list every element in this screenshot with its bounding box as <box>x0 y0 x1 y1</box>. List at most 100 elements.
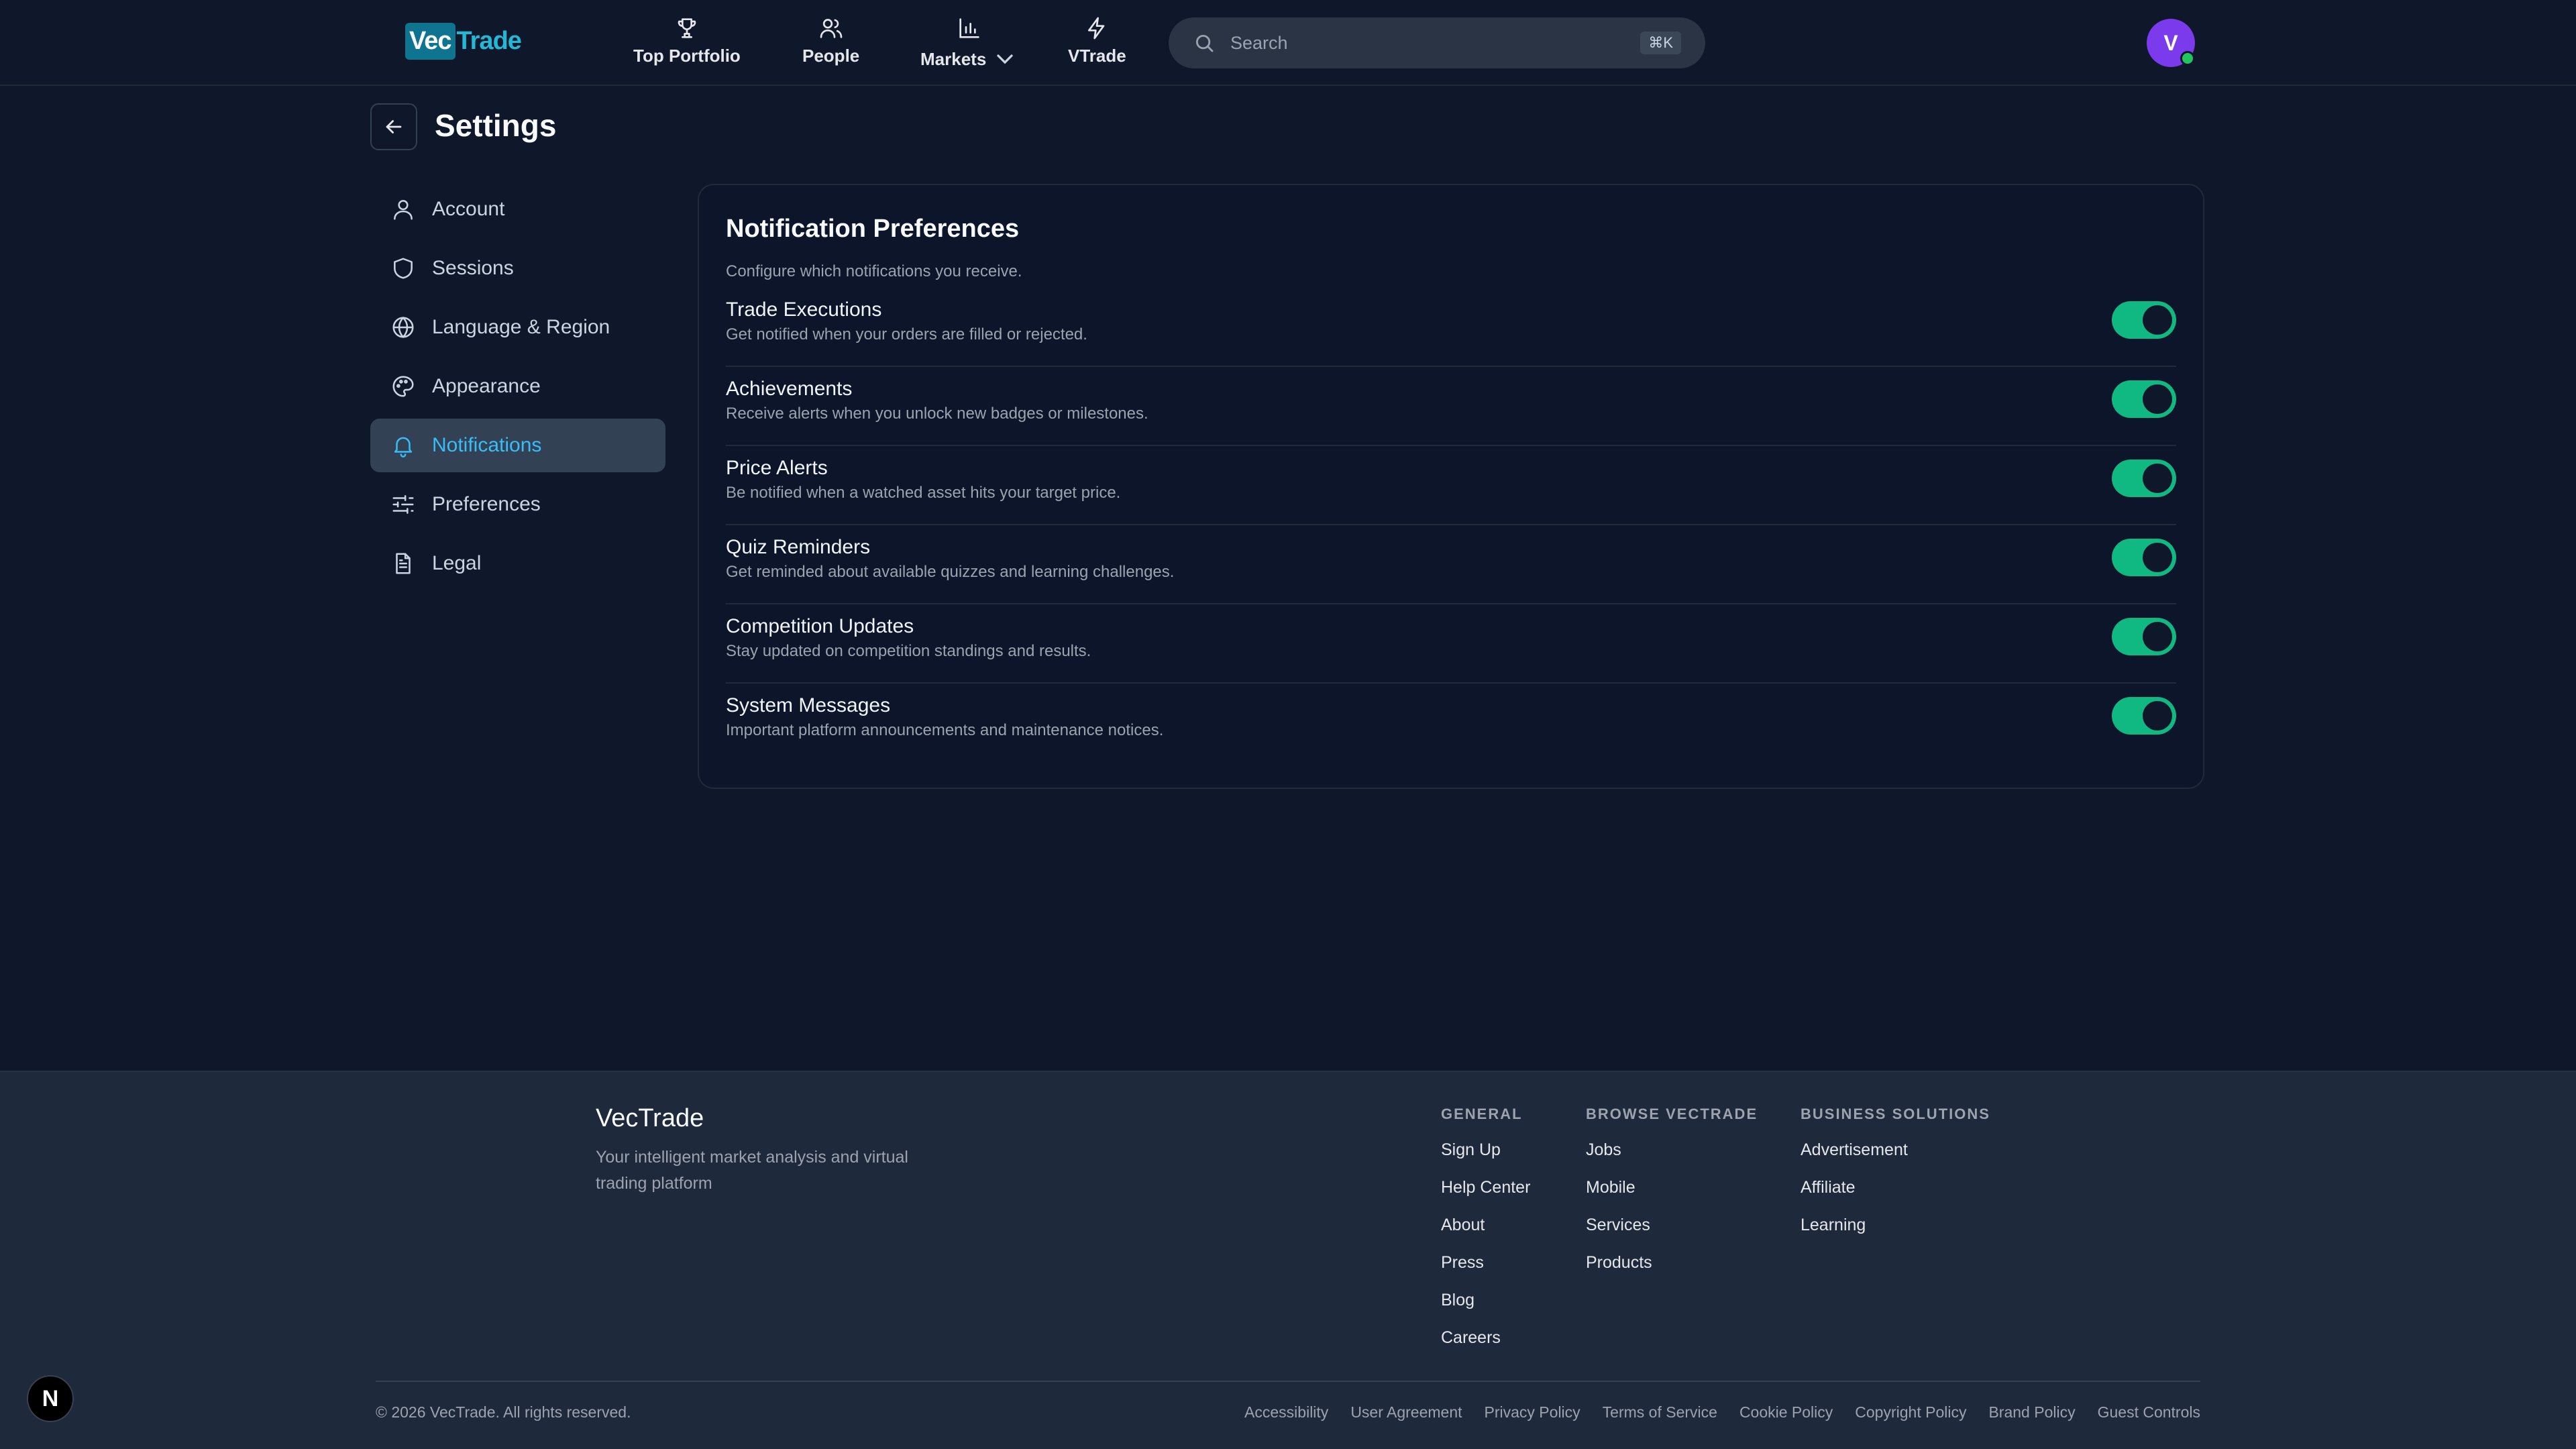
footer-link-about[interactable]: About <box>1441 1214 1530 1252</box>
sidebar-item-label: Notifications <box>432 434 542 456</box>
trophy-icon <box>674 15 700 42</box>
footer-tagline: Your intelligent market analysis and vir… <box>596 1148 908 1193</box>
sidebar-item-label: Sessions <box>432 257 514 279</box>
pref-description: Get reminded about available quizzes and… <box>726 563 1175 581</box>
toggle-knob <box>2143 384 2172 414</box>
toggle-knob <box>2143 464 2172 493</box>
pref-description: Stay updated on competition standings an… <box>726 642 1091 660</box>
pref-description: Be notified when a watched asset hits yo… <box>726 484 1121 502</box>
copyright-text: © 2026 VecTrade. All rights reserved. <box>376 1403 631 1421</box>
page-title: Settings <box>435 108 557 143</box>
users-icon <box>818 15 845 42</box>
sidebar-item-account[interactable]: Account <box>370 182 665 236</box>
user-avatar[interactable]: V <box>2147 19 2195 67</box>
logo-trade: Trade <box>456 27 522 55</box>
pref-name: Price Alerts <box>726 457 828 479</box>
trade-executions-toggle[interactable] <box>2112 301 2176 339</box>
legal-link-accessibility[interactable]: Accessibility <box>1244 1403 1328 1421</box>
pref-row-trade-executions: Trade Executions Get notified when your … <box>726 288 2176 367</box>
pref-name: Quiz Reminders <box>726 536 871 558</box>
nav-markets[interactable]: Markets <box>920 15 1018 72</box>
pref-row-system-messages: System Messages Important platform annou… <box>726 684 2176 763</box>
search-input[interactable] <box>1229 32 1641 54</box>
footer-link-affiliate[interactable]: Affiliate <box>1801 1177 1990 1214</box>
toggle-knob <box>2143 543 2172 572</box>
avatar-initial: V <box>2163 30 2178 55</box>
price-alerts-toggle[interactable] <box>2112 460 2176 497</box>
footer-brand: VecTrade <box>596 1104 704 1132</box>
footer-column-title: GENERAL <box>1441 1106 1523 1122</box>
dev-tools-badge[interactable]: N <box>27 1375 74 1422</box>
pref-name: Achievements <box>726 378 853 400</box>
sidebar-item-legal[interactable]: Legal <box>370 537 665 590</box>
legal-link-brand-policy[interactable]: Brand Policy <box>1988 1403 2075 1421</box>
footer-link-sign-up[interactable]: Sign Up <box>1441 1139 1530 1177</box>
pref-description: Get notified when your orders are filled… <box>726 325 1087 343</box>
bell-icon <box>390 433 432 458</box>
legal-link-user-agreement[interactable]: User Agreement <box>1350 1403 1462 1421</box>
arrow-left-icon <box>382 115 405 138</box>
footer-link-blog[interactable]: Blog <box>1441 1289 1530 1327</box>
vectrade-logo[interactable]: Vec Trade <box>405 23 522 60</box>
footer-link-help-center[interactable]: Help Center <box>1441 1177 1530 1214</box>
toggle-knob <box>2143 305 2172 335</box>
sidebar-item-label: Appearance <box>432 375 541 397</box>
toggle-knob <box>2143 701 2172 731</box>
nav-label: VTrade <box>1068 46 1126 66</box>
sidebar-item-language-region[interactable]: Language & Region <box>370 301 665 354</box>
nav-label: People <box>802 46 860 66</box>
chevron-down-icon <box>991 46 1018 72</box>
bar-chart-icon <box>956 15 983 42</box>
footer-column-general: GENERAL Sign Up Help Center About Press … <box>1441 1106 1530 1364</box>
quiz-reminders-toggle[interactable] <box>2112 539 2176 576</box>
footer-link-services[interactable]: Services <box>1586 1214 1758 1252</box>
legal-link-privacy-policy[interactable]: Privacy Policy <box>1485 1403 1580 1421</box>
nav-label: Top Portfolio <box>633 46 741 66</box>
sidebar-item-notifications[interactable]: Notifications <box>370 419 665 472</box>
site-footer: VecTrade Your intelligent market analysi… <box>0 1071 2576 1449</box>
achievements-toggle[interactable] <box>2112 380 2176 418</box>
competition-updates-toggle[interactable] <box>2112 618 2176 655</box>
search-shortcut-badge: ⌘K <box>1640 32 1681 54</box>
footer-column-title: BROWSE VECTRADE <box>1586 1106 1758 1122</box>
legal-link-cookie-policy[interactable]: Cookie Policy <box>1739 1403 1833 1421</box>
legal-link-copyright-policy[interactable]: Copyright Policy <box>1855 1403 1966 1421</box>
pref-row-quiz-reminders: Quiz Reminders Get reminded about availa… <box>726 525 2176 604</box>
sidebar-item-sessions[interactable]: Sessions <box>370 241 665 295</box>
footer-link-mobile[interactable]: Mobile <box>1586 1177 1758 1214</box>
footer-link-advertisement[interactable]: Advertisement <box>1801 1139 1990 1177</box>
nav-vtrade[interactable]: VTrade <box>1068 15 1126 66</box>
nav-people[interactable]: People <box>802 15 859 66</box>
footer-link-careers[interactable]: Careers <box>1441 1327 1530 1364</box>
pref-row-competition-updates: Competition Updates Stay updated on comp… <box>726 604 2176 684</box>
panel-description: Configure which notifications you receiv… <box>726 262 1022 280</box>
online-status-dot <box>2180 51 2195 66</box>
pref-row-achievements: Achievements Receive alerts when you unl… <box>726 367 2176 446</box>
legal-link-terms-of-service[interactable]: Terms of Service <box>1603 1403 1717 1421</box>
legal-link-guest-controls[interactable]: Guest Controls <box>2098 1403 2200 1421</box>
footer-link-press[interactable]: Press <box>1441 1252 1530 1289</box>
user-icon <box>390 197 432 222</box>
sidebar-item-appearance[interactable]: Appearance <box>370 360 665 413</box>
sidebar-item-preferences[interactable]: Preferences <box>370 478 665 531</box>
pref-description: Important platform announcements and mai… <box>726 721 1164 739</box>
footer-link-jobs[interactable]: Jobs <box>1586 1139 1758 1177</box>
nav-top-portfolio[interactable]: Top Portfolio <box>633 15 741 66</box>
search-bar[interactable]: ⌘K <box>1169 17 1705 68</box>
notification-preferences-panel: Notification Preferences Configure which… <box>698 184 2204 789</box>
top-navigation: Vec Trade Top Portfolio People Markets V… <box>0 0 2576 86</box>
footer-divider <box>376 1381 2200 1382</box>
preferences-list: Trade Executions Get notified when your … <box>726 288 2176 763</box>
lightning-icon <box>1083 15 1110 42</box>
footer-link-learning[interactable]: Learning <box>1801 1214 1990 1252</box>
toggle-knob <box>2143 622 2172 651</box>
pref-description: Receive alerts when you unlock new badge… <box>726 405 1148 423</box>
sidebar-item-label: Account <box>432 198 505 220</box>
footer-legal-links: Accessibility User Agreement Privacy Pol… <box>1222 1403 2200 1421</box>
footer-link-products[interactable]: Products <box>1586 1252 1758 1289</box>
footer-column-browse: BROWSE VECTRADE Jobs Mobile Services Pro… <box>1586 1106 1758 1289</box>
back-button[interactable] <box>370 103 417 150</box>
footer-column-business: BUSINESS SOLUTIONS Advertisement Affilia… <box>1801 1106 1990 1252</box>
markets-label: Markets <box>920 48 987 69</box>
system-messages-toggle[interactable] <box>2112 697 2176 735</box>
